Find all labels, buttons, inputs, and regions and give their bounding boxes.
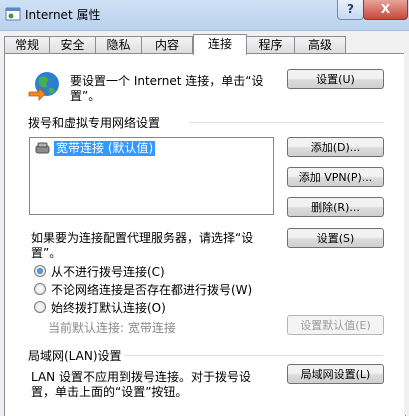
lan-heading: 局域网(LAN)设置 xyxy=(28,349,122,363)
settings-button[interactable]: 设置(S) xyxy=(287,228,384,248)
connection-list[interactable]: 宽带连接 (默认值) xyxy=(29,137,274,215)
setup-text-line2: 置”。 xyxy=(70,89,101,103)
title-bar: Internet 属性 ? X xyxy=(0,0,409,31)
globe-connection-icon xyxy=(27,70,61,105)
tab-advanced[interactable]: 高级 xyxy=(294,36,346,54)
tab-programs[interactable]: 程序 xyxy=(246,36,295,54)
tab-strip: 常规 安全 隐私 内容 连接 程序 高级 xyxy=(0,34,409,55)
delete-button[interactable]: 删除(R)... xyxy=(287,197,384,217)
list-item[interactable]: 宽带连接 (默认值) xyxy=(54,141,156,156)
add-vpn-button[interactable]: 添加 VPN(P)... xyxy=(287,167,384,187)
radio-never-dial[interactable] xyxy=(34,265,46,277)
lan-separator xyxy=(125,355,383,356)
proxy-text-line1: 如果要为连接配置代理服务器，请选择“设 xyxy=(31,231,254,245)
lan-settings-button[interactable]: 局域网设置(L) xyxy=(287,364,384,384)
tab-connections[interactable]: 连接 xyxy=(193,34,247,55)
proxy-text-line2: 置”。 xyxy=(31,246,62,260)
close-button[interactable]: X xyxy=(363,0,408,20)
dialup-heading: 拨号和虚拟专用网络设置 xyxy=(28,116,161,130)
tab-content[interactable]: 内容 xyxy=(141,36,193,54)
radio-dial-whenever[interactable] xyxy=(34,283,46,295)
help-button[interactable]: ? xyxy=(337,0,364,20)
lan-text-line2: 置，单击上面的“设置”按钮。 xyxy=(31,385,188,399)
add-button[interactable]: 添加(D)... xyxy=(287,137,384,157)
current-default-connection: 当前默认连接: 宽带连接 xyxy=(48,321,176,335)
internet-options-icon xyxy=(5,6,21,25)
window-edge xyxy=(404,53,409,415)
dialup-connection-icon xyxy=(35,141,51,158)
option-always-dial-label[interactable]: 始终拨打默认连接(O) xyxy=(51,299,166,316)
option-never-dial-label[interactable]: 从不进行拨号连接(C) xyxy=(51,263,165,280)
radio-always-dial[interactable] xyxy=(34,301,46,313)
dialup-separator xyxy=(190,122,383,123)
setup-button[interactable]: 设置(U) xyxy=(287,69,384,89)
window-title: Internet 属性 xyxy=(25,8,101,22)
tab-general[interactable]: 常规 xyxy=(4,36,50,54)
set-default-button[interactable]: 设置默认值(E) xyxy=(287,315,384,335)
option-dial-whenever-label[interactable]: 不论网络连接是否存在都进行拨号(W) xyxy=(51,281,252,298)
tab-security[interactable]: 安全 xyxy=(49,36,96,54)
tab-privacy[interactable]: 隐私 xyxy=(95,36,142,54)
